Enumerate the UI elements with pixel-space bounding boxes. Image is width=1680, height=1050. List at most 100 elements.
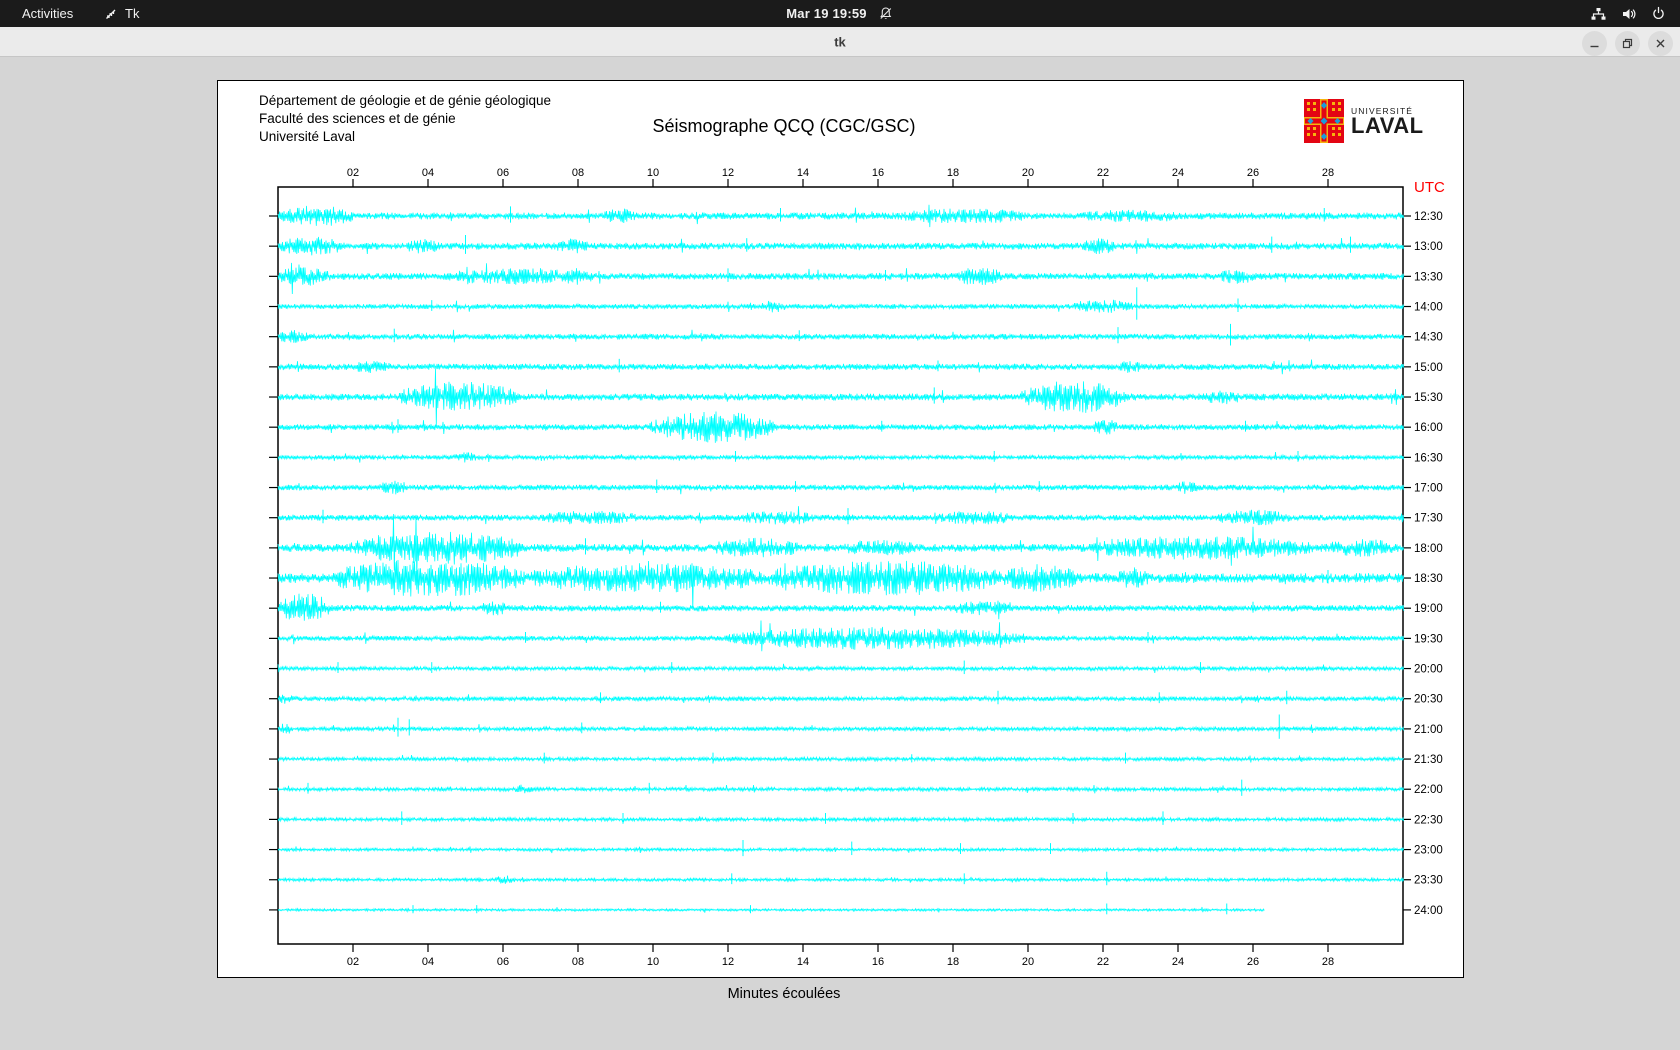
x-tick-label-top: 10 bbox=[647, 167, 659, 179]
seismogram-trace bbox=[278, 907, 1264, 913]
time-label: 14:30 bbox=[1414, 332, 1443, 344]
activities-label: Activities bbox=[22, 6, 73, 21]
minimize-button[interactable] bbox=[1582, 31, 1607, 56]
time-label: 19:00 bbox=[1414, 603, 1443, 615]
x-tick-label-top: 24 bbox=[1172, 167, 1184, 179]
x-tick-label-bottom: 24 bbox=[1172, 956, 1184, 968]
seismogram-trace bbox=[278, 237, 1404, 256]
app-indicator-tk[interactable]: Tk bbox=[104, 0, 139, 27]
seismogram-trace bbox=[278, 330, 1404, 343]
time-label: 23:00 bbox=[1414, 845, 1443, 857]
time-label: 13:30 bbox=[1414, 271, 1443, 283]
universite-laval-logo: UNIVERSITÉ LAVAL bbox=[1304, 99, 1424, 143]
seismogram-trace bbox=[278, 816, 1404, 821]
x-tick-label-top: 14 bbox=[797, 167, 809, 179]
time-label: 16:30 bbox=[1414, 452, 1443, 464]
power-icon bbox=[1651, 6, 1666, 21]
x-tick-label-top: 28 bbox=[1322, 167, 1334, 179]
x-tick-label-bottom: 20 bbox=[1022, 956, 1034, 968]
time-label: 20:30 bbox=[1414, 694, 1443, 706]
seismogram-trace bbox=[278, 506, 1404, 525]
time-label: 23:30 bbox=[1414, 875, 1443, 887]
x-tick-label-top: 22 bbox=[1097, 167, 1109, 179]
logo-text-laval: LAVAL bbox=[1351, 116, 1424, 136]
bell-slash-icon bbox=[879, 6, 894, 21]
x-tick-label-top: 20 bbox=[1022, 167, 1034, 179]
seismogram-trace bbox=[278, 368, 1404, 426]
window-title: tk bbox=[834, 34, 846, 49]
header-line-1: Département de géologie et de génie géol… bbox=[259, 92, 551, 110]
time-label: 19:30 bbox=[1414, 633, 1443, 645]
seismogram-trace bbox=[278, 300, 1404, 313]
x-tick-label-bottom: 14 bbox=[797, 956, 809, 968]
seismogram-trace bbox=[278, 360, 1404, 375]
seismogram-trace bbox=[278, 785, 1404, 794]
time-label: 21:30 bbox=[1414, 754, 1443, 766]
institution-header: Département de géologie et de génie géol… bbox=[259, 92, 551, 147]
network-wired-icon bbox=[1590, 6, 1607, 22]
activities-button[interactable]: Activities bbox=[14, 0, 81, 27]
x-tick-label-bottom: 28 bbox=[1322, 956, 1334, 968]
time-label: 15:30 bbox=[1414, 392, 1443, 404]
time-label: 18:00 bbox=[1414, 543, 1443, 555]
header-line-3: Université Laval bbox=[259, 128, 551, 146]
maximize-button[interactable] bbox=[1615, 31, 1640, 56]
x-tick-label-top: 16 bbox=[872, 167, 884, 179]
x-axis-title: Minutes écoulées bbox=[728, 986, 841, 1002]
seismogram-trace bbox=[278, 724, 1404, 734]
time-label: 22:30 bbox=[1414, 814, 1443, 826]
time-label: 17:00 bbox=[1414, 483, 1443, 495]
time-label: 16:00 bbox=[1414, 422, 1443, 434]
seismogram-trace bbox=[278, 412, 1404, 443]
header-line-2: Faculté des sciences et de génie bbox=[259, 110, 551, 128]
helicorder-plot: 0202040406060808101012121414161618182020… bbox=[218, 81, 1465, 979]
gnome-top-bar: Activities Tk Mar 19 19:59 bbox=[0, 0, 1680, 27]
time-label: 18:30 bbox=[1414, 573, 1443, 585]
x-tick-label-bottom: 22 bbox=[1097, 956, 1109, 968]
time-label: 15:00 bbox=[1414, 362, 1443, 374]
seismogram-trace bbox=[278, 560, 1404, 610]
clock-menu[interactable]: Mar 19 19:59 bbox=[786, 0, 893, 27]
window-titlebar[interactable]: tk bbox=[0, 27, 1680, 57]
x-tick-label-top: 08 bbox=[572, 167, 584, 179]
tk-feather-icon bbox=[104, 7, 118, 21]
x-tick-label-top: 04 bbox=[422, 167, 434, 179]
time-label: 13:00 bbox=[1414, 241, 1443, 253]
time-label: 12:30 bbox=[1414, 211, 1443, 223]
x-tick-label-bottom: 02 bbox=[347, 956, 359, 968]
x-tick-label-bottom: 10 bbox=[647, 956, 659, 968]
x-tick-label-bottom: 26 bbox=[1247, 956, 1259, 968]
x-tick-label-bottom: 16 bbox=[872, 956, 884, 968]
seismogram-trace bbox=[278, 514, 1404, 580]
time-label: 17:30 bbox=[1414, 513, 1443, 525]
x-tick-label-bottom: 04 bbox=[422, 956, 434, 968]
seismogram-trace bbox=[278, 205, 1404, 227]
seismogram-trace bbox=[278, 846, 1404, 853]
laval-shield-icon bbox=[1304, 99, 1344, 143]
time-label: 21:00 bbox=[1414, 724, 1443, 736]
x-tick-label-top: 18 bbox=[947, 167, 959, 179]
seismogram-trace bbox=[278, 876, 1404, 884]
x-tick-label-bottom: 06 bbox=[497, 956, 509, 968]
system-status-area[interactable] bbox=[1590, 0, 1666, 27]
close-button[interactable] bbox=[1648, 31, 1673, 56]
clock-text: Mar 19 19:59 bbox=[786, 6, 866, 21]
app-indicator-label: Tk bbox=[125, 6, 139, 21]
utc-label: UTC bbox=[1414, 179, 1445, 196]
volume-icon bbox=[1621, 6, 1637, 22]
time-label: 22:00 bbox=[1414, 784, 1443, 796]
x-tick-label-bottom: 08 bbox=[572, 956, 584, 968]
seismogram-trace bbox=[278, 755, 1404, 763]
seismogram-trace bbox=[278, 481, 1404, 495]
time-label: 14:00 bbox=[1414, 302, 1443, 314]
seismogram-trace bbox=[278, 664, 1404, 673]
seismogram-trace bbox=[278, 452, 1404, 463]
seismogram-trace bbox=[278, 694, 1404, 703]
seismogram-trace bbox=[278, 594, 1404, 621]
page-title: Séismographe QCQ (CGC/GSC) bbox=[652, 116, 915, 137]
x-tick-label-top: 06 bbox=[497, 167, 509, 179]
x-tick-label-top: 12 bbox=[722, 167, 734, 179]
seismogram-page: Département de géologie et de génie géol… bbox=[217, 80, 1464, 978]
time-label: 24:00 bbox=[1414, 905, 1443, 917]
x-tick-label-bottom: 12 bbox=[722, 956, 734, 968]
